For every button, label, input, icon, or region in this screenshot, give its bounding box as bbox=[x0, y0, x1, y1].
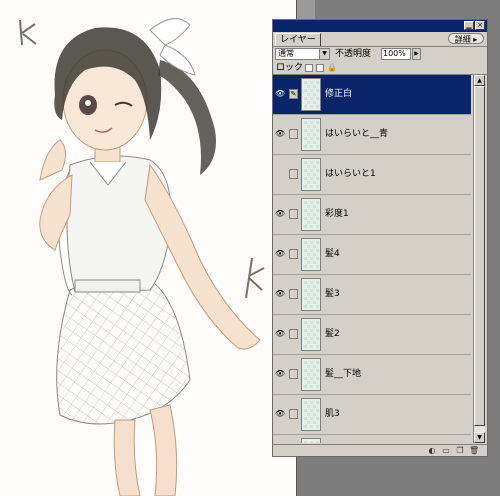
new-layer-icon[interactable]: ❐ bbox=[455, 446, 465, 455]
link-checkbox[interactable] bbox=[289, 289, 298, 299]
layer-row[interactable]: 👁 肌3 bbox=[273, 395, 471, 435]
link-checkbox[interactable] bbox=[289, 409, 298, 419]
layer-name: 髪4 bbox=[325, 249, 340, 259]
link-checkbox[interactable] bbox=[289, 209, 298, 219]
layer-list: 👁 ✎ 修正白 👁 はいらいと__青 はいらいと1 👁 彩度1 👁 髪4 👁 髪3 👁 髪2 👁 髪__下地 👁… bbox=[273, 75, 471, 443]
lock-transparency-checkbox[interactable] bbox=[305, 64, 313, 72]
opacity-label: 不透明度 bbox=[335, 49, 372, 59]
link-checkbox[interactable] bbox=[289, 249, 298, 259]
link-checkbox[interactable] bbox=[289, 329, 298, 339]
layer-name: 肌3 bbox=[325, 409, 340, 419]
layer-row[interactable]: はいらいと1 bbox=[273, 155, 471, 195]
eye-icon[interactable]: 👁 bbox=[275, 209, 285, 219]
layer-name: 髪2 bbox=[325, 329, 340, 339]
layer-thumbnail bbox=[301, 318, 321, 351]
layer-thumbnail bbox=[301, 158, 321, 191]
eye-icon[interactable]: 👁 bbox=[275, 369, 285, 379]
link-checkbox[interactable] bbox=[289, 369, 298, 379]
more-options-button[interactable]: 詳細 ▸ bbox=[448, 33, 484, 44]
opacity-slider-toggle[interactable]: ▶ bbox=[412, 48, 421, 60]
layer-row[interactable]: 👁 髪__下地 bbox=[273, 355, 471, 395]
lock-label: ロック bbox=[276, 63, 304, 73]
layer-row[interactable]: 👁 髪3 bbox=[273, 275, 471, 315]
layer-name: 彩度1 bbox=[325, 209, 349, 219]
layer-scrollbar[interactable]: ▲ ▼ bbox=[473, 75, 485, 443]
panel-titlebar[interactable]: ▁ × bbox=[273, 20, 487, 32]
layers-panel: ▁ × レイヤー 詳細 ▸ 通常 ▼ 不透明度 100% ▶ ロック 🔒 👁 ✎ 修… bbox=[272, 19, 488, 457]
more-options-label: 詳細 bbox=[454, 35, 471, 44]
layer-options-row: 通常 ▼ 不透明度 100% ▶ bbox=[273, 47, 487, 61]
layer-thumbnail bbox=[301, 358, 321, 391]
layer-name: はいらいと__青 bbox=[325, 129, 389, 139]
layer-thumbnail bbox=[301, 118, 321, 151]
layer-name: 髪3 bbox=[325, 289, 340, 299]
minimize-icon[interactable]: ▁ bbox=[464, 21, 474, 30]
workspace: ▁ × レイヤー 詳細 ▸ 通常 ▼ 不透明度 100% ▶ ロック 🔒 👁 ✎ 修… bbox=[0, 0, 500, 496]
document-canvas[interactable] bbox=[0, 0, 297, 496]
blend-mode-value: 通常 bbox=[278, 49, 294, 58]
lock-row: ロック 🔒 bbox=[273, 62, 487, 75]
link-checkbox[interactable] bbox=[289, 129, 298, 139]
layer-thumbnail bbox=[301, 438, 321, 443]
layer-row[interactable]: 👁肌2 bbox=[273, 435, 471, 443]
blend-mode-select[interactable]: 通常 ▼ bbox=[275, 48, 330, 60]
eye-icon[interactable]: 👁 bbox=[275, 129, 285, 139]
layer-thumbnail bbox=[301, 78, 321, 111]
layer-row[interactable]: 👁 ✎ 修正白 bbox=[273, 75, 471, 115]
lock-image-checkbox[interactable] bbox=[316, 64, 324, 72]
eye-icon[interactable] bbox=[275, 169, 285, 179]
scroll-up-icon[interactable]: ▲ bbox=[474, 75, 485, 86]
adjustment-layer-icon[interactable]: ◐ bbox=[427, 446, 437, 455]
tab-layers[interactable]: レイヤー bbox=[275, 33, 321, 46]
layer-thumbnail bbox=[301, 238, 321, 271]
trash-icon[interactable]: 🗑 bbox=[469, 446, 479, 455]
eye-icon[interactable]: 👁 bbox=[275, 409, 285, 419]
layer-name: 髪__下地 bbox=[325, 369, 362, 379]
layer-name: 修正白 bbox=[325, 89, 353, 99]
layer-row[interactable]: 👁 髪4 bbox=[273, 235, 471, 275]
chevron-down-icon: ▼ bbox=[319, 49, 329, 59]
layer-thumbnail bbox=[301, 398, 321, 431]
artwork-illustration bbox=[0, 0, 296, 496]
layer-row[interactable]: 👁 彩度1 bbox=[273, 195, 471, 235]
close-icon[interactable]: × bbox=[475, 21, 485, 30]
layer-thumbnail bbox=[301, 278, 321, 311]
eye-icon[interactable]: 👁 bbox=[275, 329, 285, 339]
layer-row[interactable]: 👁 はいらいと__青 bbox=[273, 115, 471, 155]
panel-tabrow: レイヤー 詳細 ▸ bbox=[273, 32, 487, 47]
scroll-down-icon[interactable]: ▼ bbox=[474, 432, 485, 443]
opacity-input[interactable]: 100% bbox=[381, 48, 411, 60]
layer-thumbnail bbox=[301, 198, 321, 231]
eye-icon[interactable]: 👁 bbox=[275, 249, 285, 259]
layer-name: はいらいと1 bbox=[325, 169, 376, 179]
lock-icon[interactable]: 🔒 bbox=[327, 64, 337, 72]
panel-bottom-bar: ◐ ▭ ❐ 🗑 bbox=[273, 444, 487, 457]
eye-icon[interactable]: 👁 bbox=[275, 289, 285, 299]
layer-row[interactable]: 👁 髪2 bbox=[273, 315, 471, 355]
new-folder-icon[interactable]: ▭ bbox=[441, 446, 451, 455]
eye-icon[interactable]: 👁 bbox=[275, 89, 285, 99]
scroll-thumb[interactable] bbox=[474, 86, 485, 426]
link-checkbox[interactable] bbox=[289, 169, 298, 179]
brush-icon[interactable]: ✎ bbox=[289, 89, 298, 99]
